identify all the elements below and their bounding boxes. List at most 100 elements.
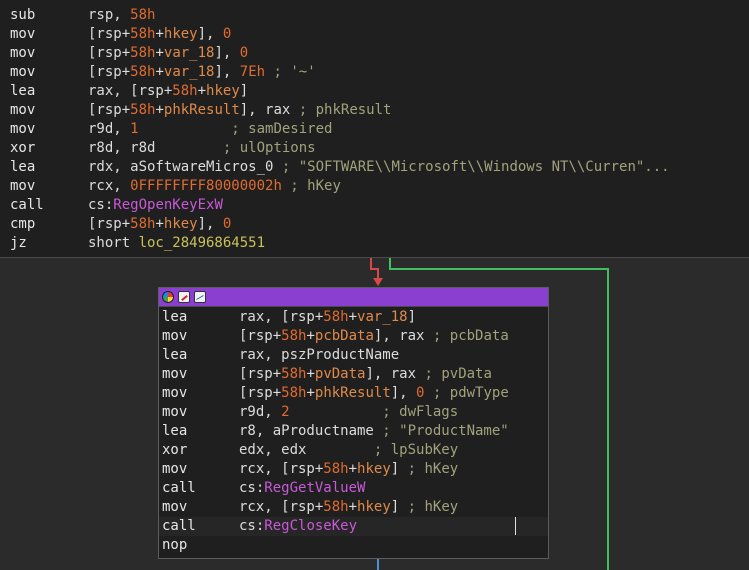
instruction-line[interactable]: call cs:RegGetValueW [159, 479, 548, 498]
instruction-mnemonic: call [162, 518, 196, 534]
immediate-value: 58h [323, 499, 349, 515]
instruction-operand: ], [214, 45, 240, 61]
instruction-operand: r9d, [88, 121, 131, 137]
api-symbol[interactable]: RegGetValueW [264, 480, 365, 496]
instruction-line[interactable]: mov [rsp+58h+phkResult], rax ; phkResult [0, 101, 749, 120]
instruction-operand: [rsp+ [239, 328, 282, 344]
immediate-value: 0 [239, 45, 249, 61]
instruction-line[interactable]: mov [rsp+58h+var_18], 0 [0, 44, 749, 63]
instruction-mnemonic: sub [10, 7, 36, 23]
stack-variable[interactable]: var_18 [357, 309, 408, 325]
immediate-value: 1 [130, 121, 139, 137]
stack-variable[interactable]: hkey [357, 499, 391, 515]
text-cursor [515, 517, 516, 535]
instruction-operand: + [348, 309, 358, 325]
instruction-operand: cs: [88, 197, 114, 213]
instruction-mnemonic: mov [10, 26, 36, 42]
instruction-line[interactable]: mov rcx, 0FFFFFFFF80000002h ; hKey [0, 177, 749, 196]
instruction-line[interactable]: cmp [rsp+58h+hkey], 0 [0, 215, 749, 234]
instruction-line[interactable]: lea rax, pszProductName [159, 346, 548, 365]
instruction-comment: ; "SOFTWARE\\Microsoft\\Windows NT\\Curr… [273, 159, 670, 175]
stack-variable[interactable]: hkey [164, 216, 198, 232]
instruction-line[interactable]: mov [rsp+58h+var_18], 7Eh ; '~' [0, 63, 749, 82]
instruction-mnemonic: mov [162, 404, 188, 420]
instruction-operand: + [306, 385, 315, 401]
instruction-mnemonic: mov [10, 121, 36, 137]
immediate-value: 58h [130, 102, 156, 118]
instruction-comment: ; lpSubKey [306, 442, 459, 458]
bottom-code-block[interactable]: lea rax, [rsp+58h+var_18] mov [rsp+58h+pcbD… [158, 287, 549, 559]
stack-variable[interactable]: phkResult [315, 385, 391, 401]
instruction-operand: [rsp+ [88, 45, 131, 61]
instruction-operand: r8, aProductname [239, 423, 374, 439]
instruction-operand: + [348, 461, 358, 477]
instruction-operand: rsp, [88, 7, 131, 23]
instruction-line[interactable]: mov [rsp+58h+phkResult], 0 ; pdwType [159, 384, 548, 403]
instruction-line[interactable]: mov rcx, [rsp+58h+hkey] ; hKey [159, 460, 548, 479]
instruction-line[interactable]: mov r9d, 2 ; dwFlags [159, 403, 548, 422]
instruction-line[interactable]: lea rdx, aSoftwareMicros_0 ; "SOFTWARE\\M… [0, 158, 749, 177]
immediate-value: 0 [222, 26, 232, 42]
instruction-line[interactable]: mov [rsp+58h+pvData], rax ; pvData [159, 365, 548, 384]
top-code-block[interactable]: sub rsp, 58h mov [rsp+58h+hkey], 0 mov [rsp+5… [0, 0, 749, 258]
instruction-line[interactable]: call cs:RegCloseKey [159, 517, 548, 536]
instruction-operand: rdx, aSoftwareMicros_0 [88, 159, 274, 175]
instruction-mnemonic: mov [162, 499, 188, 515]
instruction-operand: rcx, [88, 178, 131, 194]
immediate-value: 58h [130, 7, 156, 23]
instruction-operand: rax, pszProductName [239, 347, 400, 363]
instruction-line[interactable]: lea rax, [rsp+58h+hkey] [0, 82, 749, 101]
jump-target-label[interactable]: loc_28496864551 [139, 235, 265, 251]
instruction-line[interactable]: lea r8, aProductname ; "ProductName" [159, 422, 548, 441]
instruction-operand: short [88, 235, 139, 251]
stack-variable[interactable]: hkey [206, 83, 240, 99]
immediate-value: 58h [323, 309, 349, 325]
instruction-line[interactable]: mov r9d, 1 ; samDesired [0, 120, 749, 139]
instruction-line[interactable]: mov [rsp+58h+hkey], 0 [0, 25, 749, 44]
instruction-mnemonic: mov [10, 178, 36, 194]
graph-icon[interactable] [194, 291, 206, 303]
instruction-mnemonic: call [10, 197, 44, 213]
instruction-operand: rcx, [rsp+ [239, 461, 324, 477]
stack-variable[interactable]: pcbData [315, 328, 374, 344]
stack-variable[interactable]: phkResult [164, 102, 240, 118]
instruction-operand: [rsp+ [88, 102, 131, 118]
instruction-operand: ], rax [373, 328, 425, 344]
instruction-line[interactable]: sub rsp, 58h [0, 6, 749, 25]
instruction-operand: ], [214, 64, 240, 80]
instruction-line[interactable]: call cs:RegOpenKeyExW [0, 196, 749, 215]
instruction-line[interactable]: xor r8d, r8d ; ulOptions [0, 139, 749, 158]
instruction-mnemonic: mov [10, 64, 36, 80]
instruction-line[interactable]: jz short loc_28496864551 [0, 234, 749, 253]
color-palette-icon[interactable] [162, 291, 174, 303]
stack-variable[interactable]: pvData [315, 366, 366, 382]
instruction-line[interactable]: mov rcx, [rsp+58h+hkey] ; hKey [159, 498, 548, 517]
stack-variable[interactable]: var_18 [164, 45, 215, 61]
instruction-mnemonic: jz [10, 235, 27, 251]
block-titlebar[interactable] [159, 288, 548, 307]
immediate-value: 58h [281, 385, 307, 401]
instruction-operand: cs: [239, 518, 265, 534]
instruction-line[interactable]: nop [159, 536, 548, 555]
immediate-value: 58h [130, 216, 156, 232]
instruction-mnemonic: lea [10, 159, 36, 175]
stack-variable[interactable]: hkey [164, 26, 198, 42]
immediate-value: 0 [222, 216, 232, 232]
instruction-comment: ; hKey [399, 461, 459, 477]
instruction-line[interactable]: xor edx, edx ; lpSubKey [159, 441, 548, 460]
stack-variable[interactable]: hkey [357, 461, 391, 477]
api-symbol[interactable]: RegCloseKey [264, 518, 357, 534]
stack-variable[interactable]: var_18 [164, 64, 215, 80]
immediate-value: 7Eh [239, 64, 266, 80]
instruction-operand: [rsp+ [239, 385, 282, 401]
instruction-line[interactable]: mov [rsp+58h+pcbData], rax ; pcbData [159, 327, 548, 346]
bottom-instruction-list: lea rax, [rsp+58h+var_18] mov [rsp+58h+pcbD… [159, 307, 548, 555]
instruction-line[interactable]: lea rax, [rsp+58h+var_18] [159, 308, 548, 327]
immediate-value: 58h [172, 83, 198, 99]
rename-icon[interactable] [178, 291, 190, 303]
instruction-operand: cs: [239, 480, 265, 496]
instruction-mnemonic: mov [162, 366, 188, 382]
instruction-operand: [rsp+ [239, 366, 282, 382]
api-symbol[interactable]: RegOpenKeyExW [113, 197, 223, 213]
instruction-mnemonic: mov [162, 461, 188, 477]
